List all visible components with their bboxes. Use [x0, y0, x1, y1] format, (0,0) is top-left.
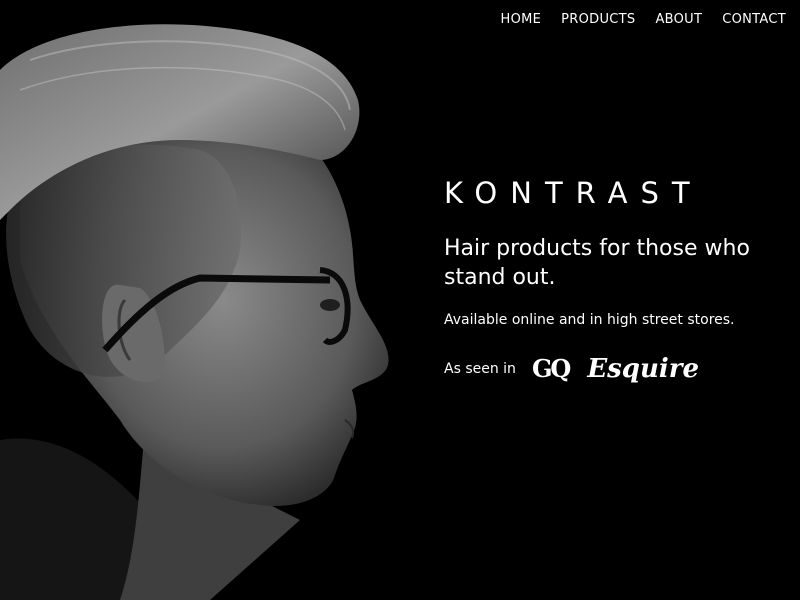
tagline: Hair products for those who stand out. [444, 235, 750, 290]
nav-link-home[interactable]: HOME [501, 12, 542, 27]
nav-link-contact[interactable]: CONTACT [722, 12, 786, 27]
esquire-logo: Esquire [587, 353, 699, 384]
as-seen-in: As seen in GQ Esquire [444, 354, 784, 384]
brand-title: KONTRAST [444, 176, 703, 210]
availability-text: Available online and in high street stor… [444, 311, 735, 328]
nav-link-products[interactable]: PRODUCTS [561, 12, 635, 27]
main-nav: HOME PRODUCTS ABOUT CONTACT [501, 12, 786, 27]
nav-link-about[interactable]: ABOUT [655, 12, 702, 27]
gq-logo: GQ [531, 354, 571, 384]
hero-content: KONTRAST Hair products for those who sta… [444, 176, 784, 384]
hero-section: HOME PRODUCTS ABOUT CONTACT KONTRAST Hai… [0, 0, 800, 600]
portrait-photo [0, 0, 420, 600]
as-seen-in-label: As seen in [444, 360, 516, 377]
